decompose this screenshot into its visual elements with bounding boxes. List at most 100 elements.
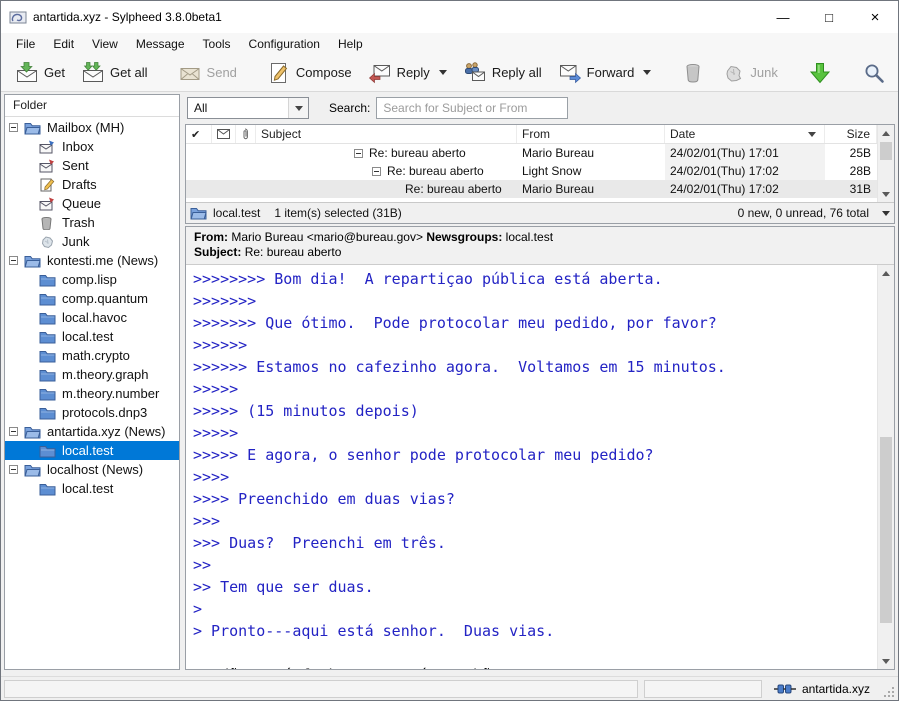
size-cell[interactable]: 25B <box>825 144 877 162</box>
folder-item-mailbox-mh[interactable]: Mailbox (MH) <box>5 118 179 137</box>
junk-button[interactable]: Junk <box>713 57 785 89</box>
subject-cell[interactable]: Re: bureau aberto <box>256 144 517 162</box>
filter-dropdown[interactable]: All <box>187 97 309 119</box>
scroll-up-icon[interactable] <box>878 125 894 141</box>
mark-cell[interactable] <box>186 180 212 198</box>
folder-item-drafts[interactable]: Drafts <box>5 175 179 194</box>
from-cell[interactable]: Mario Bureau <box>517 180 665 198</box>
folder-item-comp-quantum[interactable]: comp.quantum <box>5 289 179 308</box>
collapse-thread-icon[interactable] <box>372 167 381 176</box>
resize-grip[interactable] <box>882 685 895 698</box>
folder-item-sent[interactable]: Sent <box>5 156 179 175</box>
folder-item-antartida-xyz-news[interactable]: antartida.xyz (News) <box>5 422 179 441</box>
reply-button[interactable]: Reply <box>360 57 455 89</box>
size-cell[interactable]: 31B <box>825 180 877 198</box>
menu-view[interactable]: View <box>83 35 127 53</box>
folder-item-local-test[interactable]: local.test <box>5 441 179 460</box>
folder-item-comp-lisp[interactable]: comp.lisp <box>5 270 179 289</box>
get-label: Get <box>44 65 65 80</box>
size-cell[interactable]: 28B <box>825 162 877 180</box>
message-body-scrollbar[interactable] <box>877 265 894 669</box>
execute-button[interactable] <box>800 57 840 89</box>
date-cell[interactable]: 24/02/01(Thu) 17:02 <box>665 162 825 180</box>
send-button[interactable]: Send <box>170 57 245 89</box>
toolbar: Get Get all Send Compose Reply Reply all… <box>1 54 898 92</box>
reply-dropdown-arrow[interactable] <box>439 70 447 75</box>
subject-cell[interactable]: Re: bureau aberto <box>256 180 517 198</box>
folder-item-junk[interactable]: Junk <box>5 232 179 251</box>
subject-text: Re: bureau aberto <box>387 164 484 178</box>
menu-tools[interactable]: Tools <box>194 35 240 53</box>
folder-icon <box>39 272 58 287</box>
menu-edit[interactable]: Edit <box>44 35 83 53</box>
message-row[interactable]: Re: bureau abertoMario Bureau24/02/01(Th… <box>186 180 877 198</box>
scroll-down-icon[interactable] <box>878 186 894 202</box>
folder-item-kontesti-me-news[interactable]: kontesti.me (News) <box>5 251 179 270</box>
delete-button[interactable] <box>673 57 713 89</box>
scrollbar-track[interactable] <box>878 141 894 186</box>
scroll-down-icon[interactable] <box>878 653 894 669</box>
folder-item-m-theory-graph[interactable]: m.theory.graph <box>5 365 179 384</box>
summary-dropdown-button[interactable] <box>877 203 894 223</box>
subject-cell[interactable]: Re: bureau aberto <box>256 162 517 180</box>
folder-item-local-test[interactable]: local.test <box>5 479 179 498</box>
collapse-thread-icon[interactable] <box>354 149 363 158</box>
message-body-line <box>193 642 873 664</box>
message-row[interactable]: Re: bureau abertoMario Bureau24/02/01(Th… <box>186 144 877 162</box>
folder-icon <box>39 443 58 458</box>
get-all-button[interactable]: Get all <box>73 57 156 89</box>
attachment-column-header[interactable] <box>236 125 256 143</box>
scrollbar-track[interactable] <box>878 281 894 653</box>
search-icon <box>862 61 886 85</box>
from-cell[interactable]: Light Snow <box>517 162 665 180</box>
get-button[interactable]: Get <box>7 57 73 89</box>
search-button[interactable] <box>854 57 894 89</box>
folder-item-m-theory-number[interactable]: m.theory.number <box>5 384 179 403</box>
folder-item-local-test[interactable]: local.test <box>5 327 179 346</box>
date-cell[interactable]: 24/02/01(Thu) 17:01 <box>665 144 825 162</box>
folder-item-local-havoc[interactable]: local.havoc <box>5 308 179 327</box>
message-body-line: >>>>>>> <box>193 290 873 312</box>
folder-item-localhost-news[interactable]: localhost (News) <box>5 460 179 479</box>
reply-all-button[interactable]: Reply all <box>455 57 550 89</box>
subject-column-header[interactable]: Subject <box>256 125 517 143</box>
menu-message[interactable]: Message <box>127 35 194 53</box>
date-column-header[interactable]: Date <box>665 125 825 143</box>
folder-item-inbox[interactable]: Inbox <box>5 137 179 156</box>
unread-column-header[interactable] <box>212 125 236 143</box>
from-column-header[interactable]: From <box>517 125 665 143</box>
message-body-line: >>>>>>>> Bom dia! A repartiçao pública e… <box>193 268 873 290</box>
compose-button[interactable]: Compose <box>259 57 360 89</box>
collapse-icon[interactable] <box>9 256 18 265</box>
mark-column-header[interactable]: ✔ <box>186 125 212 143</box>
forward-dropdown-arrow[interactable] <box>643 70 651 75</box>
date-cell[interactable]: 24/02/01(Thu) 17:02 <box>665 180 825 198</box>
maximize-button[interactable]: □ <box>806 1 852 33</box>
scrollbar-thumb[interactable] <box>880 142 892 160</box>
size-column-header[interactable]: Size <box>825 125 877 143</box>
print-button[interactable] <box>894 57 899 89</box>
folder-item-math-crypto[interactable]: math.crypto <box>5 346 179 365</box>
mark-cell[interactable] <box>186 162 212 180</box>
menu-configuration[interactable]: Configuration <box>240 35 329 53</box>
search-input[interactable] <box>376 97 568 119</box>
folder-item-trash[interactable]: Trash <box>5 213 179 232</box>
message-list-scrollbar[interactable] <box>877 125 894 202</box>
folder-item-protocols-dnp3[interactable]: protocols.dnp3 <box>5 403 179 422</box>
forward-button[interactable]: Forward <box>550 57 660 89</box>
menu-help[interactable]: Help <box>329 35 372 53</box>
collapse-icon[interactable] <box>9 465 18 474</box>
message-row[interactable]: Re: bureau aberto Light Snow24/02/01(Thu)… <box>186 162 877 180</box>
minimize-button[interactable]: — <box>760 1 806 33</box>
chevron-down-icon[interactable] <box>288 98 308 118</box>
close-button[interactable]: × <box>852 1 898 33</box>
collapse-icon[interactable] <box>9 427 18 436</box>
message-body-line: >> Tem que ser duas. <box>193 576 873 598</box>
folder-item-queue[interactable]: Queue <box>5 194 179 213</box>
from-cell[interactable]: Mario Bureau <box>517 144 665 162</box>
menu-file[interactable]: File <box>7 35 44 53</box>
collapse-icon[interactable] <box>9 123 18 132</box>
scrollbar-thumb[interactable] <box>880 437 892 623</box>
scroll-up-icon[interactable] <box>878 265 894 281</box>
mark-cell[interactable] <box>186 144 212 162</box>
